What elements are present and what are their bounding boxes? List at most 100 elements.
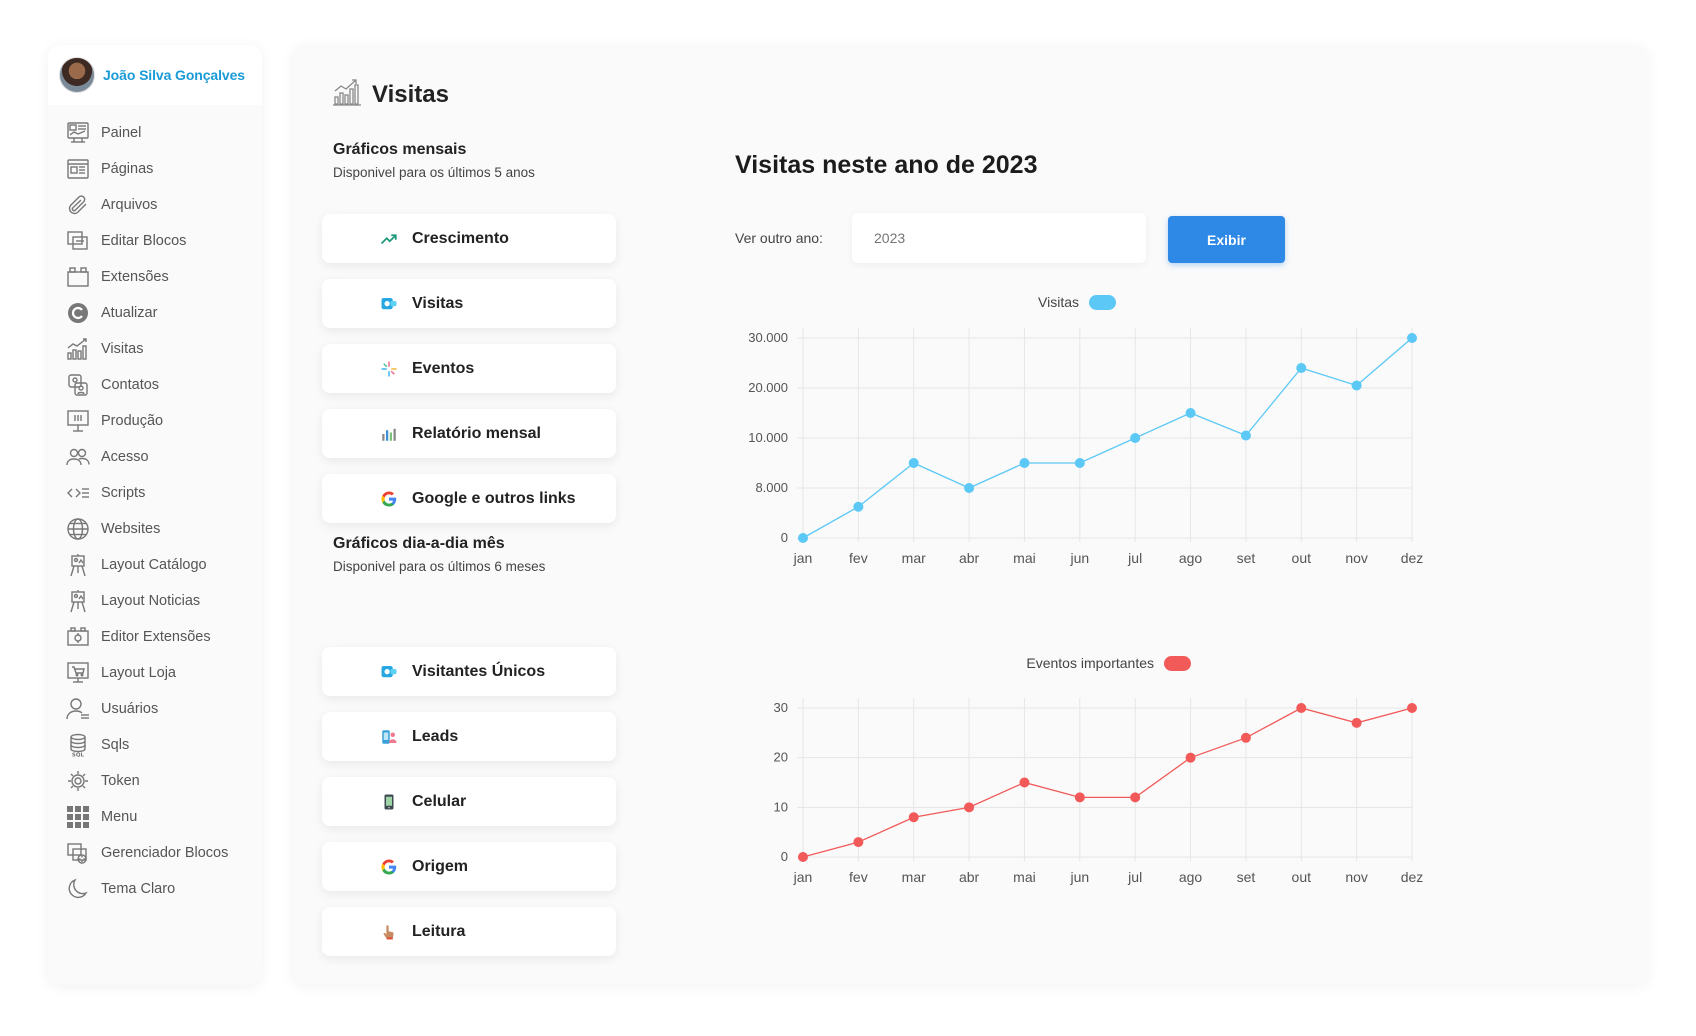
database-icon: SQL [65, 732, 91, 758]
x-tick-label: mar [902, 869, 926, 885]
sidebar-item-label: Painel [101, 125, 142, 141]
sidebar-item-label: Editor Extensões [101, 629, 211, 645]
sidebar-item-menu[interactable]: Menu [48, 799, 262, 835]
paperclip-icon [65, 192, 91, 218]
x-tick-label: out [1292, 869, 1312, 885]
sidebar-item-websites[interactable]: Websites [48, 511, 262, 547]
blocks-icon [65, 228, 91, 254]
sidebar-item-label: Menu [101, 809, 138, 825]
sidebar-item-label: Layout Noticias [101, 593, 201, 609]
user-profile[interactable]: João Silva Gonçalves [48, 45, 262, 105]
data-point [1185, 752, 1196, 763]
token-icon [65, 768, 91, 794]
sidebar-item-token[interactable]: Token [48, 763, 262, 799]
events-chart: Eventos importantes 0 10 20 30 jan fev mar abr ma… [774, 655, 1424, 885]
sidebar-item-extensoes[interactable]: Extensões [48, 259, 262, 295]
sidebar-item-label: Websites [101, 521, 161, 537]
sidebar-item-sqls[interactable]: SQL Sqls [48, 727, 262, 763]
easel-icon [65, 588, 91, 614]
editor-extensions-icon [65, 624, 91, 650]
bar-chart-icon [65, 336, 91, 362]
svg-text:SQL: SQL [72, 753, 85, 758]
sidebar-item-label: Editar Blocos [101, 233, 187, 249]
sidebar-item-editar-blocos[interactable]: Editar Blocos [48, 223, 262, 259]
sidebar-item-layout-loja[interactable]: Layout Loja [48, 655, 262, 691]
sidebar-item-acesso[interactable]: Acesso [48, 439, 262, 475]
data-point [853, 837, 864, 848]
sidebar-item-label: Tema Claro [101, 881, 176, 897]
y-tick-label: 30 [774, 700, 788, 715]
y-tick-label: 20 [774, 750, 788, 765]
sidebar-item-label: Atualizar [101, 305, 158, 321]
sidebar-item-producao[interactable]: Produção [48, 403, 262, 439]
data-point [1240, 732, 1251, 743]
code-icon [65, 480, 91, 506]
data-point [964, 802, 975, 813]
sidebar-item-editor-extensoes[interactable]: Editor Extensões [48, 619, 262, 655]
update-icon [65, 300, 91, 326]
x-tick-label: mai [1013, 869, 1036, 885]
extensions-icon [65, 264, 91, 290]
easel-icon [65, 552, 91, 578]
legend-label: Eventos importantes [1026, 655, 1154, 671]
user-icon [65, 696, 91, 722]
users-group-icon [65, 444, 91, 470]
sidebar-item-gerenciador-blocos[interactable]: Gerenciador Blocos [48, 835, 262, 871]
x-tick-label: dez [1401, 869, 1424, 885]
sidebar-item-label: Acesso [101, 449, 149, 465]
sidebar-item-label: Layout Loja [101, 665, 176, 681]
sidebar-item-paginas[interactable]: Páginas [48, 151, 262, 187]
legend-swatch [1164, 656, 1191, 671]
sidebar-item-label: Sqls [101, 737, 130, 753]
sidebar-item-label: Layout Catálogo [101, 557, 207, 573]
sidebar-item-label: Extensões [101, 269, 169, 285]
x-tick-label: nov [1345, 869, 1368, 885]
y-tick-label: 0 [781, 849, 788, 864]
sidebar-item-arquivos[interactable]: Arquivos [48, 187, 262, 223]
sidebar-item-layout-catalogo[interactable]: Layout Catálogo [48, 547, 262, 583]
globe-icon [65, 516, 91, 542]
sidebar-item-label: Usuários [101, 701, 159, 717]
series-line [802, 707, 1413, 858]
sidebar-item-label: Produção [101, 413, 164, 429]
user-name[interactable]: João Silva Gonçalves [103, 67, 245, 83]
blocks-manager-icon [65, 840, 91, 866]
sidebar: João Silva Gonçalves Painel Páginas Arqu… [48, 45, 262, 985]
moon-icon [65, 876, 91, 902]
grid-icon [65, 804, 91, 830]
data-point [1019, 777, 1030, 788]
main-panel: Visitas Gráficos mensais Disponivel para… [292, 45, 1648, 985]
sidebar-item-contatos[interactable]: Contatos [48, 367, 262, 403]
sidebar-item-label: Scripts [101, 485, 146, 501]
pages-icon [65, 156, 91, 182]
x-tick-label: set [1237, 869, 1256, 885]
sidebar-item-tema-claro[interactable]: Tema Claro [48, 871, 262, 907]
x-tick-label: abr [959, 869, 980, 885]
data-point [1407, 703, 1417, 713]
shop-icon [65, 660, 91, 686]
sidebar-item-label: Gerenciador Blocos [101, 845, 229, 861]
sidebar-item-usuarios[interactable]: Usuários [48, 691, 262, 727]
sidebar-item-visitas[interactable]: Visitas [48, 331, 262, 367]
sidebar-item-painel[interactable]: Painel [48, 115, 262, 151]
sidebar-item-label: Páginas [101, 161, 154, 177]
production-icon [65, 408, 91, 434]
data-point [1130, 792, 1141, 803]
y-tick-label: 10 [774, 799, 788, 814]
sidebar-item-label: Token [101, 773, 140, 789]
data-point [908, 812, 919, 823]
x-tick-label: fev [849, 869, 868, 885]
dashboard-icon [65, 120, 91, 146]
sidebar-item-scripts[interactable]: Scripts [48, 475, 262, 511]
data-point [1351, 717, 1362, 728]
data-point [1074, 792, 1085, 803]
data-point [1296, 703, 1307, 713]
x-tick-label: jul [1127, 869, 1142, 885]
contacts-icon [65, 372, 91, 398]
sidebar-item-label: Contatos [101, 377, 160, 393]
avatar[interactable] [59, 57, 95, 93]
sidebar-item-atualizar[interactable]: Atualizar [48, 295, 262, 331]
data-point [798, 852, 808, 862]
sidebar-item-layout-noticias[interactable]: Layout Noticias [48, 583, 262, 619]
sidebar-nav: Painel Páginas Arquivos Editar Blocos Ex… [48, 115, 262, 907]
